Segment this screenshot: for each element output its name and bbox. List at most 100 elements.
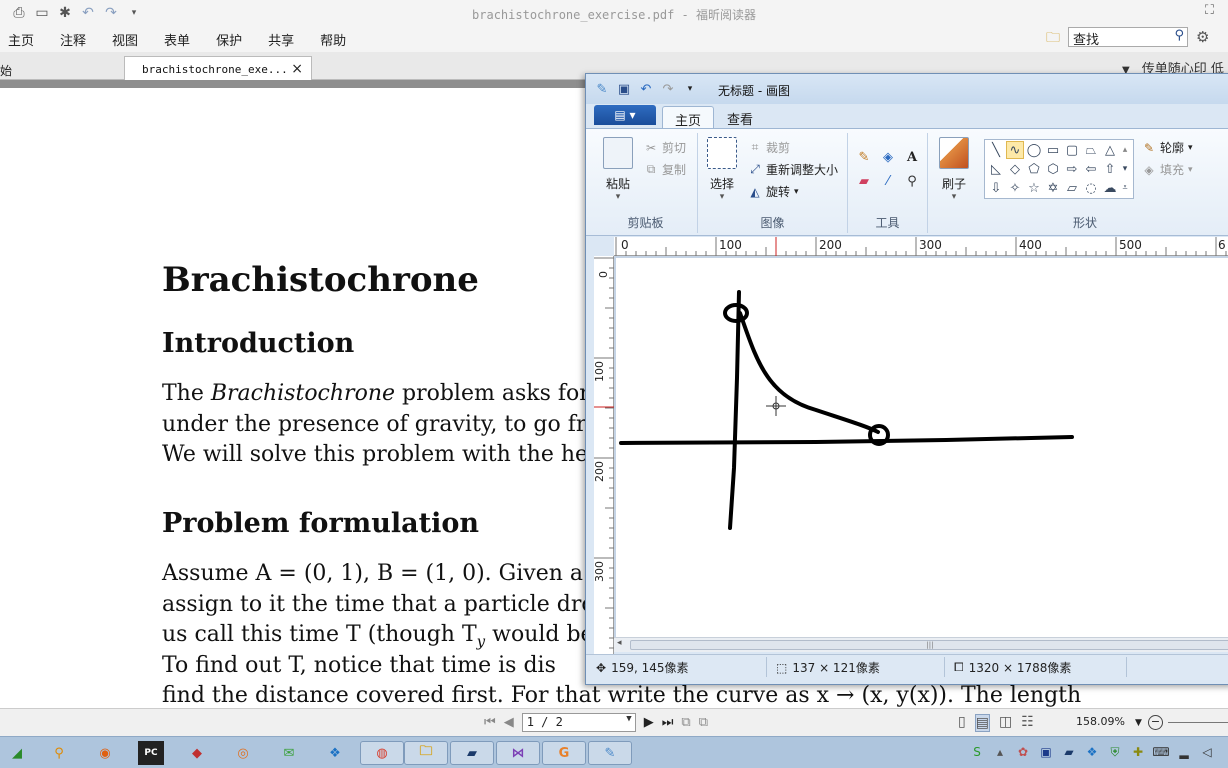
- paint-tab-view[interactable]: 查看: [714, 106, 766, 128]
- arrow-left-shape-icon[interactable]: ⇦: [1082, 160, 1100, 178]
- rotate-dropdown-icon[interactable]: ▾: [794, 187, 799, 197]
- app-icon-red[interactable]: ◆: [184, 741, 210, 765]
- continuous-page-icon[interactable]: ▤: [974, 714, 990, 732]
- search-icon[interactable]: ⚲: [1174, 28, 1184, 43]
- pentagon-shape-icon[interactable]: ⬠: [1025, 160, 1043, 178]
- tab-start[interactable]: 始: [0, 58, 125, 80]
- copy-button[interactable]: ⧉ 复制: [644, 161, 686, 178]
- paint-undo-icon[interactable]: ↶: [638, 81, 654, 97]
- oval-shape-icon[interactable]: ◯: [1025, 141, 1043, 159]
- close-tab-icon[interactable]: ×: [291, 61, 303, 77]
- curve-shape-icon[interactable]: ∿: [1006, 141, 1024, 159]
- paint-file-menu-button[interactable]: ▤ ▾: [594, 105, 656, 125]
- triangle-shape-icon[interactable]: △: [1101, 141, 1119, 159]
- tray-app-icon[interactable]: ✿: [1014, 743, 1032, 761]
- fill-button[interactable]: ◈ 填充 ▾: [1142, 161, 1193, 178]
- outline-button[interactable]: ✎ 轮廓 ▾: [1142, 139, 1193, 156]
- next-view-icon[interactable]: ⧉: [699, 715, 708, 730]
- foxit-reader-icon[interactable]: G: [542, 741, 586, 765]
- polygon-shape-icon[interactable]: ⏢: [1082, 141, 1100, 159]
- pycharm-icon[interactable]: PC: [138, 741, 164, 765]
- search-magnifier-icon[interactable]: ⚲: [46, 741, 72, 765]
- arrow-right-shape-icon[interactable]: ⇨: [1063, 160, 1081, 178]
- rectangle-shape-icon[interactable]: ▭: [1044, 141, 1062, 159]
- callout-oval-shape-icon[interactable]: ◌: [1082, 179, 1100, 197]
- magnifier-icon[interactable]: ⚲: [902, 171, 922, 191]
- page-dropdown-icon[interactable]: ▼: [626, 714, 631, 724]
- menu-view[interactable]: 视图: [112, 30, 138, 49]
- zoom-out-icon[interactable]: −: [1148, 715, 1163, 730]
- drawing-canvas[interactable]: [616, 258, 1228, 644]
- shapes-scroll-down-icon[interactable]: ▾: [1119, 160, 1131, 178]
- zoom-dropdown-icon[interactable]: ▼: [1135, 718, 1142, 728]
- paint-window[interactable]: ✎ ▣ ↶ ↷ ▾ 无标题 - 画图 ▤ ▾ 主页 查看 粘贴 ▾ ✂ 剪切 ⧉ 复…: [585, 73, 1228, 685]
- rotate-button[interactable]: ◭ 旋转 ▾: [748, 183, 799, 200]
- brushes-dropdown-icon[interactable]: ▾: [936, 192, 972, 202]
- last-page-icon[interactable]: ⏭: [662, 715, 674, 730]
- tray-show-hidden-icon[interactable]: ▴: [991, 743, 1009, 761]
- paint-save-icon[interactable]: ▣: [616, 81, 632, 97]
- wechat-icon[interactable]: ✉: [276, 741, 302, 765]
- app-icon-orange[interactable]: ◎: [230, 741, 256, 765]
- continuous-facing-icon[interactable]: ☷: [1021, 714, 1034, 732]
- scroll-left-icon[interactable]: ◂: [617, 638, 622, 648]
- outline-dropdown-icon[interactable]: ▾: [1188, 143, 1193, 153]
- arrow-up-shape-icon[interactable]: ⇧: [1101, 160, 1119, 178]
- tray-volume-icon[interactable]: ◁: [1198, 743, 1216, 761]
- firefox-icon[interactable]: ◉: [92, 741, 118, 765]
- callout-rect-shape-icon[interactable]: ▱: [1063, 179, 1081, 197]
- line-shape-icon[interactable]: ╲: [987, 141, 1005, 159]
- tray-plus-icon[interactable]: ✚: [1129, 743, 1147, 761]
- single-page-icon[interactable]: ▯: [958, 714, 966, 732]
- hexagon-shape-icon[interactable]: ⬡: [1044, 160, 1062, 178]
- crop-button[interactable]: ⌗ 裁剪: [748, 139, 790, 156]
- page-number-input[interactable]: 1 / 2 ▼: [521, 713, 636, 732]
- fullscreen-icon[interactable]: ⛶: [1205, 3, 1214, 18]
- resize-button[interactable]: ⤢ 重新调整大小: [748, 161, 838, 178]
- tray-s-icon[interactable]: S: [968, 743, 986, 761]
- tray-keyboard-icon[interactable]: ⌨: [1152, 743, 1170, 761]
- file-explorer-icon[interactable]: 🗀: [404, 741, 448, 765]
- fill-dropdown-icon[interactable]: ▾: [1188, 165, 1193, 175]
- menu-protect[interactable]: 保护: [216, 30, 242, 49]
- tab-document[interactable]: brachistochrone_exe... ×: [124, 56, 312, 81]
- zoom-slider[interactable]: −: [1148, 715, 1228, 731]
- tray-cat-icon[interactable]: ▰: [1060, 743, 1078, 761]
- fill-bucket-icon[interactable]: ◈: [878, 147, 898, 167]
- diamond-shape-icon[interactable]: ◇: [1006, 160, 1024, 178]
- visual-studio-icon[interactable]: ⋈: [496, 741, 540, 765]
- chrome-icon[interactable]: ◍: [360, 741, 404, 765]
- brushes-button[interactable]: 刷子 ▾: [936, 137, 972, 202]
- paste-dropdown-icon[interactable]: ▾: [600, 192, 636, 202]
- pencil-icon[interactable]: ✎: [854, 147, 874, 167]
- paint-qat-dropdown-icon[interactable]: ▾: [682, 81, 698, 97]
- start-button-icon[interactable]: ◢: [4, 741, 30, 765]
- color-picker-icon[interactable]: ⁄: [878, 171, 898, 191]
- shapes-scroll-up-icon[interactable]: ▴: [1119, 141, 1131, 159]
- menu-form[interactable]: 表单: [164, 30, 190, 49]
- right-triangle-shape-icon[interactable]: ◺: [987, 160, 1005, 178]
- next-page-icon[interactable]: ▶: [644, 715, 654, 730]
- paint-redo-icon[interactable]: ↷: [660, 81, 676, 97]
- star5-shape-icon[interactable]: ☆: [1025, 179, 1043, 197]
- dingtalk-icon[interactable]: ❖: [322, 741, 348, 765]
- tray-shield-icon[interactable]: ⛨: [1106, 743, 1124, 761]
- menu-share[interactable]: 共享: [268, 30, 294, 49]
- paint-app-icon[interactable]: ✎: [594, 81, 610, 97]
- folder-search-icon[interactable]: 🗀: [1046, 27, 1066, 47]
- zoom-slider-track[interactable]: [1168, 722, 1228, 723]
- menu-help[interactable]: 帮助: [320, 30, 346, 49]
- paint-tab-home[interactable]: 主页: [662, 106, 714, 129]
- cut-button[interactable]: ✂ 剪切: [644, 139, 686, 156]
- paint-taskbar-icon[interactable]: ✎: [588, 741, 632, 765]
- star6-shape-icon[interactable]: ✡: [1044, 179, 1062, 197]
- tray-network-icon[interactable]: ▂: [1175, 743, 1193, 761]
- arrow-down-shape-icon[interactable]: ⇩: [987, 179, 1005, 197]
- eraser-icon[interactable]: ▰: [854, 171, 874, 191]
- canvas-horizontal-scrollbar[interactable]: ◂ |||: [614, 637, 1228, 652]
- shapes-expand-icon[interactable]: ⩡: [1119, 179, 1131, 197]
- zoom-select[interactable]: 158.09% ▼: [1076, 715, 1142, 728]
- select-dropdown-icon[interactable]: ▾: [704, 192, 740, 202]
- menu-comment[interactable]: 注释: [60, 30, 86, 49]
- search-input[interactable]: 查找 ⚲: [1068, 27, 1188, 48]
